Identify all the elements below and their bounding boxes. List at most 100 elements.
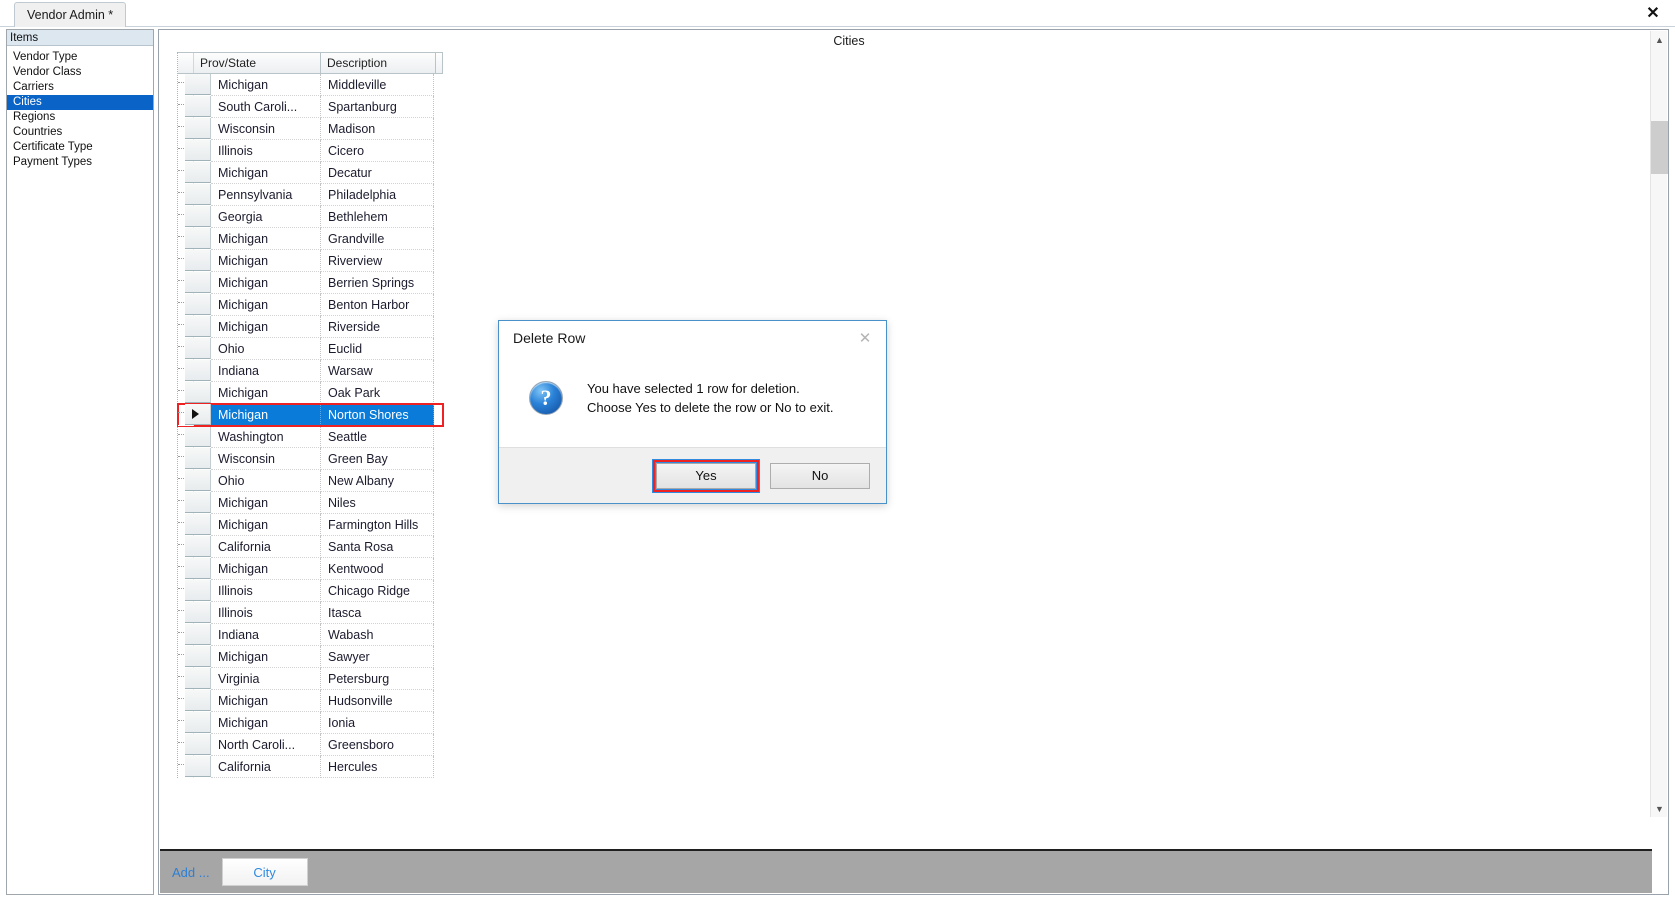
table-row[interactable]: California Santa Rosa xyxy=(178,536,443,558)
cell-prov-state[interactable]: Wisconsin xyxy=(211,118,321,140)
cell-prov-state[interactable]: California xyxy=(211,756,321,778)
table-row[interactable]: Michigan Middleville xyxy=(178,74,443,96)
table-row[interactable]: North Caroli... Greensboro xyxy=(178,734,443,756)
cell-prov-state[interactable]: Michigan xyxy=(211,162,321,184)
cell-prov-state[interactable]: Ohio xyxy=(211,470,321,492)
cell-description[interactable]: Benton Harbor xyxy=(321,294,434,316)
row-header-selector[interactable] xyxy=(178,382,211,404)
cell-description[interactable]: Wabash xyxy=(321,624,434,646)
table-row[interactable]: Michigan Sawyer xyxy=(178,646,443,668)
cell-description[interactable]: Middleville xyxy=(321,74,434,96)
cell-description[interactable]: Riverview xyxy=(321,250,434,272)
table-row[interactable]: Michigan Farmington Hills xyxy=(178,514,443,536)
cell-description[interactable]: Green Bay xyxy=(321,448,434,470)
row-header-selector[interactable] xyxy=(178,404,211,426)
row-header-button[interactable] xyxy=(185,74,211,95)
column-header-prov-state[interactable]: Prov/State xyxy=(194,53,321,73)
cell-prov-state[interactable]: North Caroli... xyxy=(211,734,321,756)
cell-prov-state[interactable]: Michigan xyxy=(211,404,321,426)
row-header-selector[interactable] xyxy=(178,668,211,690)
cell-description[interactable]: Hercules xyxy=(321,756,434,778)
no-button[interactable]: No xyxy=(770,462,870,489)
row-header-button[interactable] xyxy=(185,382,211,403)
row-header-selector[interactable] xyxy=(178,316,211,338)
row-header-selector[interactable] xyxy=(178,294,211,316)
row-header-selector[interactable] xyxy=(178,470,211,492)
cell-prov-state[interactable]: Illinois xyxy=(211,140,321,162)
row-header-selector[interactable] xyxy=(178,426,211,448)
row-header-button[interactable] xyxy=(185,602,211,623)
sidebar-item-vendor-type[interactable]: Vendor Type xyxy=(7,50,153,65)
chevron-up-icon[interactable]: ▲ xyxy=(1651,31,1668,48)
row-header-selector[interactable] xyxy=(178,228,211,250)
row-header-button[interactable] xyxy=(185,118,211,139)
row-header-button[interactable] xyxy=(185,360,211,381)
cell-prov-state[interactable]: Michigan xyxy=(211,712,321,734)
row-header-button[interactable] xyxy=(185,712,211,733)
row-header-selector[interactable] xyxy=(178,162,211,184)
cell-prov-state[interactable]: Michigan xyxy=(211,646,321,668)
row-header-selector[interactable] xyxy=(178,96,211,118)
cell-description[interactable]: Madison xyxy=(321,118,434,140)
table-row[interactable]: Illinois Chicago Ridge xyxy=(178,580,443,602)
row-header-button[interactable] xyxy=(185,96,211,117)
table-row[interactable]: Wisconsin Green Bay xyxy=(178,448,443,470)
table-row[interactable]: Indiana Wabash xyxy=(178,624,443,646)
row-header-selector[interactable] xyxy=(178,272,211,294)
row-header-button[interactable] xyxy=(185,558,211,579)
row-header-button[interactable] xyxy=(185,624,211,645)
cell-prov-state[interactable]: Virginia xyxy=(211,668,321,690)
table-row[interactable]: Michigan Decatur xyxy=(178,162,443,184)
row-header-selector[interactable] xyxy=(178,338,211,360)
cell-prov-state[interactable]: Michigan xyxy=(211,316,321,338)
table-row[interactable]: California Hercules xyxy=(178,756,443,778)
table-row[interactable]: Ohio New Albany xyxy=(178,470,443,492)
cell-prov-state[interactable]: Ohio xyxy=(211,338,321,360)
row-header-selector[interactable] xyxy=(178,492,211,514)
cell-description[interactable]: Greensboro xyxy=(321,734,434,756)
cell-prov-state[interactable]: Wisconsin xyxy=(211,448,321,470)
row-header-selector[interactable] xyxy=(178,734,211,756)
row-header-button[interactable] xyxy=(185,492,211,513)
cell-description[interactable]: Ionia xyxy=(321,712,434,734)
cell-description[interactable]: Petersburg xyxy=(321,668,434,690)
sidebar-item-certificate-type[interactable]: Certificate Type xyxy=(7,140,153,155)
cell-description[interactable]: Riverside xyxy=(321,316,434,338)
close-x-icon[interactable]: ✕ xyxy=(1643,4,1663,24)
row-header-selector[interactable] xyxy=(178,360,211,382)
cell-prov-state[interactable]: Illinois xyxy=(211,602,321,624)
sidebar-item-vendor-class[interactable]: Vendor Class xyxy=(7,65,153,80)
cell-description[interactable]: Philadelphia xyxy=(321,184,434,206)
table-row[interactable]: Ohio Euclid xyxy=(178,338,443,360)
cell-description[interactable]: New Albany xyxy=(321,470,434,492)
row-header-button[interactable] xyxy=(185,206,211,227)
row-header-button[interactable] xyxy=(185,646,211,667)
add-label[interactable]: Add ... xyxy=(172,865,210,880)
cell-description[interactable]: Grandville xyxy=(321,228,434,250)
cell-prov-state[interactable]: South Caroli... xyxy=(211,96,321,118)
row-header-selector[interactable] xyxy=(178,206,211,228)
yes-button[interactable]: Yes xyxy=(653,459,759,492)
table-row[interactable]: Michigan Benton Harbor xyxy=(178,294,443,316)
row-header-selector[interactable] xyxy=(178,558,211,580)
row-header-selector[interactable] xyxy=(178,140,211,162)
row-header-button[interactable] xyxy=(185,448,211,469)
table-row[interactable]: Michigan Hudsonville xyxy=(178,690,443,712)
row-header-selector[interactable] xyxy=(178,646,211,668)
row-header-button[interactable] xyxy=(185,228,211,249)
row-header-button[interactable] xyxy=(185,580,211,601)
cell-description[interactable]: Norton Shores xyxy=(321,404,434,426)
row-header-selector[interactable] xyxy=(178,690,211,712)
cell-prov-state[interactable]: Washington xyxy=(211,426,321,448)
table-row[interactable]: Wisconsin Madison xyxy=(178,118,443,140)
tab-vendor-admin[interactable]: Vendor Admin * xyxy=(14,2,127,27)
row-header-button[interactable] xyxy=(185,338,211,359)
cell-description[interactable]: Farmington Hills xyxy=(321,514,434,536)
table-row[interactable]: Michigan Riverside xyxy=(178,316,443,338)
cell-description[interactable]: Seattle xyxy=(321,426,434,448)
cell-description[interactable]: Niles xyxy=(321,492,434,514)
vertical-scrollbar[interactable]: ▲ ▼ xyxy=(1650,31,1668,817)
row-header-selector[interactable] xyxy=(178,448,211,470)
cell-description[interactable]: Decatur xyxy=(321,162,434,184)
row-header-button[interactable] xyxy=(185,690,211,711)
